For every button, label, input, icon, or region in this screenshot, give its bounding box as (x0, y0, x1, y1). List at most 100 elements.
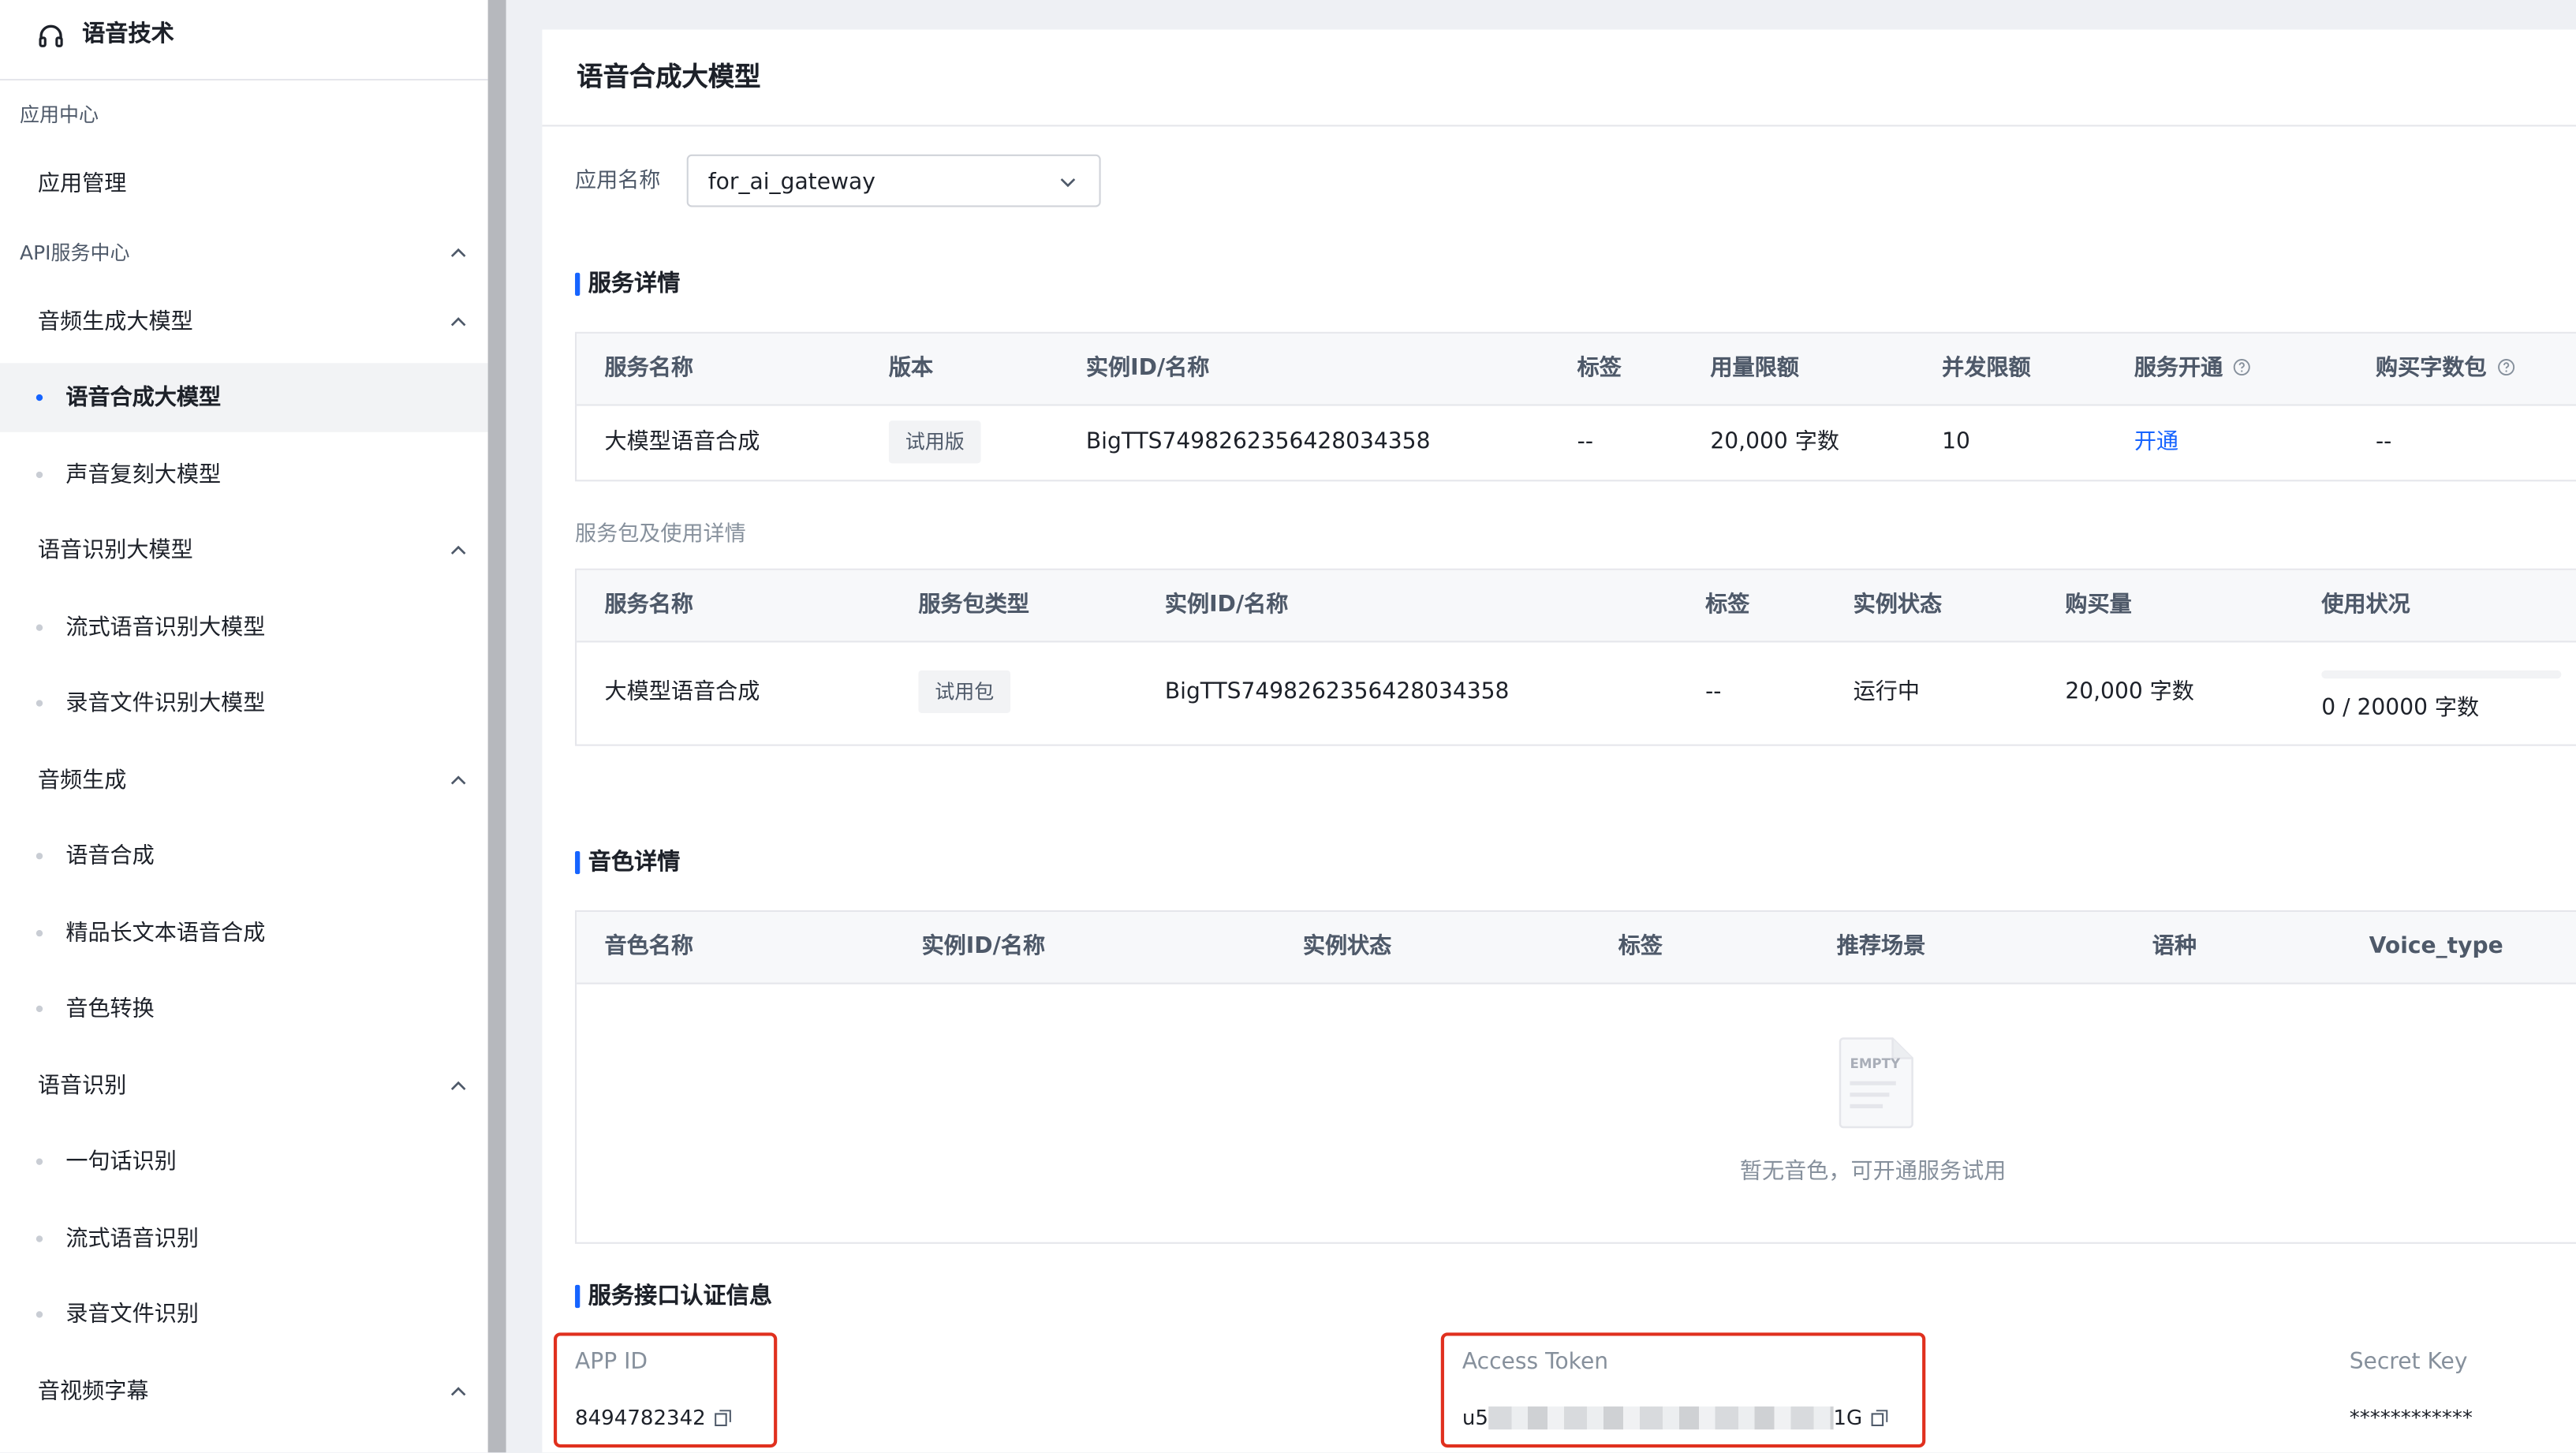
column-header-purchase: 购买字数包 (2376, 352, 2514, 385)
column-header: 标签 (1577, 354, 1622, 382)
app-name-value: for_ai_gateway (707, 169, 875, 196)
column-header: 购买量 (2065, 591, 2132, 618)
sidebar-item-label: 一句话识别 (65, 1149, 177, 1175)
sidebar-item-label: 语音合成 (65, 842, 155, 869)
cell-purchase-amount: 20,000 字数 (2065, 678, 2194, 705)
column-header: 推荐场景 (1836, 933, 1926, 960)
sidebar-item-streaming-asr-llm[interactable]: 流式语音识别大模型 (0, 593, 488, 662)
cell-instance-id: BigTTS7498262356428034358 (1164, 678, 1510, 705)
bullet-dot (35, 471, 43, 479)
bullet-dot (35, 853, 43, 860)
column-header-label: 服务开通 (2134, 354, 2223, 382)
bullet-dot (35, 1235, 43, 1242)
column-header: 语种 (2152, 933, 2197, 960)
service-detail-table: 服务名称 版本 实例ID/名称 标签 用量限额 并发限额 服务开通 购买字数包 … (575, 331, 2576, 482)
package-detail-table: 服务名称 服务包类型 实例ID/名称 标签 实例状态 购买量 使用状况 大模型语… (575, 568, 2576, 746)
column-header: 服务包类型 (918, 591, 1029, 618)
access-token-suffix: 1G (1833, 1404, 1863, 1430)
sidebar: 语音技术 应用中心 应用管理 API服务中心 音频生成大模型 语音合成大模型 声… (0, 0, 488, 1453)
bullet-dot (35, 929, 43, 937)
sidebar-group-api-center[interactable]: API服务中心 (0, 219, 488, 287)
sidebar-item-label: 流式语音识别 (65, 1225, 200, 1253)
column-header: 音色名称 (604, 933, 694, 960)
sidebar-scrollbar[interactable] (487, 0, 506, 1453)
copy-icon[interactable] (1870, 1410, 1887, 1427)
copy-icon[interactable] (714, 1410, 730, 1427)
cell-tags: -- (1705, 678, 1722, 705)
version-tag: 试用版 (888, 420, 981, 464)
sidebar-item-streaming-asr[interactable]: 流式语音识别 (0, 1205, 488, 1273)
headset-icon (39, 24, 63, 47)
section-marker (575, 272, 581, 296)
main-card: 语音合成大模型 应用名称 for_ai_gateway 服务详情 服务名称 版本… (542, 29, 2576, 1453)
activate-link[interactable]: 开通 (2134, 425, 2178, 458)
chevron-down-icon (1060, 178, 1076, 188)
secret-key-value: ************ (2349, 1404, 2473, 1430)
app-name-select[interactable]: for_ai_gateway (686, 154, 1101, 207)
chevron-up-icon (450, 545, 466, 555)
sidebar-item-voice-conversion[interactable]: 音色转换 (0, 974, 488, 1043)
column-header: 服务名称 (604, 591, 694, 618)
column-header-activate: 服务开通 (2134, 352, 2251, 385)
section-title-voice-detail: 音色详情 (588, 849, 681, 876)
sidebar-section-label: 语音识别 (37, 1073, 127, 1100)
sidebar-item-tts[interactable]: 语音合成 (0, 822, 488, 891)
cell-status: 运行中 (1853, 678, 1920, 705)
page-title: 语音合成大模型 (577, 61, 761, 92)
table-header: 服务名称 服务包类型 实例ID/名称 标签 实例状态 购买量 使用状况 (577, 570, 2576, 643)
app-id-text: 8494782342 (575, 1404, 706, 1430)
sidebar-group-label: API服务中心 (19, 241, 130, 265)
sidebar-item-tts-llm[interactable]: 语音合成大模型 (0, 363, 488, 432)
column-header: 实例ID/名称 (921, 933, 1046, 960)
column-header: 版本 (888, 354, 934, 382)
sidebar-item-file-asr-llm[interactable]: 录音文件识别大模型 (0, 669, 488, 738)
sidebar-item-voice-clone-llm[interactable]: 声音复刻大模型 (0, 440, 488, 509)
access-token-prefix: u5 (1462, 1404, 1488, 1430)
bullet-dot (35, 700, 43, 707)
usage-progress-bar (2321, 670, 2562, 679)
column-header: 实例状态 (1302, 933, 1392, 960)
chevron-up-icon (450, 1081, 466, 1090)
chevron-up-icon (450, 317, 466, 327)
secret-key-label: Secret Key (2349, 1349, 2468, 1376)
sidebar-section-asr[interactable]: 语音识别 (0, 1051, 488, 1120)
chevron-up-icon (450, 775, 466, 785)
sidebar-item-sentence-asr[interactable]: 一句话识别 (0, 1127, 488, 1196)
app-name-label: 应用名称 (575, 169, 661, 194)
cell-tags: -- (1577, 428, 1593, 455)
sidebar-item-app-management[interactable]: 应用管理 (0, 150, 488, 219)
sidebar-header: 语音技术 (0, 0, 488, 81)
sidebar-title: 语音技术 (82, 21, 174, 48)
column-header: 标签 (1705, 591, 1750, 618)
cell-usage: 0 / 20000 字数 (2321, 695, 2480, 722)
sidebar-section-asr-llm[interactable]: 语音识别大模型 (0, 516, 488, 585)
column-header: 标签 (1618, 933, 1663, 960)
screen: 语音技术 应用中心 应用管理 API服务中心 音频生成大模型 语音合成大模型 声… (0, 0, 2576, 1453)
question-circle-icon[interactable] (2496, 358, 2514, 376)
sidebar-section-audio-gen[interactable]: 音频生成 (0, 746, 488, 815)
access-token-value: u5 1G (1462, 1403, 1887, 1432)
bullet-dot (35, 1158, 43, 1165)
sidebar-section-audio-gen-llm[interactable]: 音频生成大模型 (0, 288, 488, 357)
empty-icon-text: EMPTY (1850, 1056, 1901, 1071)
sidebar-item-file-asr[interactable]: 录音文件识别 (0, 1280, 488, 1349)
cell-usage-limit: 20,000 字数 (1710, 428, 1839, 455)
section-marker (575, 1284, 581, 1309)
section-subtitle-package: 服务包及使用详情 (575, 522, 746, 547)
sidebar-group-label: 应用中心 (19, 103, 99, 127)
sidebar-section-label: 音频生成大模型 (37, 308, 193, 335)
sidebar-item-long-text-tts[interactable]: 精品长文本语音合成 (0, 898, 488, 967)
cell-instance-id: BigTTS7498262356428034358 (1085, 428, 1431, 455)
table-header: 服务名称 版本 实例ID/名称 标签 用量限额 并发限额 服务开通 购买字数包 (577, 333, 2576, 406)
sidebar-item-label: 录音文件识别 (65, 1301, 200, 1328)
cell-service-name: 大模型语音合成 (604, 428, 760, 455)
sidebar-item-label: 录音文件识别大模型 (65, 689, 266, 717)
bullet-dot (35, 1311, 43, 1318)
sidebar-item-label: 声音复刻大模型 (65, 461, 222, 488)
column-header: 使用状况 (2321, 591, 2410, 618)
sidebar-section-label: 音视频字幕 (37, 1378, 149, 1405)
cell-purchase: -- (2376, 428, 2392, 455)
question-circle-icon[interactable] (2233, 358, 2251, 376)
sidebar-section-label: 语音识别大模型 (37, 537, 193, 564)
sidebar-section-av-subtitles[interactable]: 音视频字幕 (0, 1358, 488, 1426)
